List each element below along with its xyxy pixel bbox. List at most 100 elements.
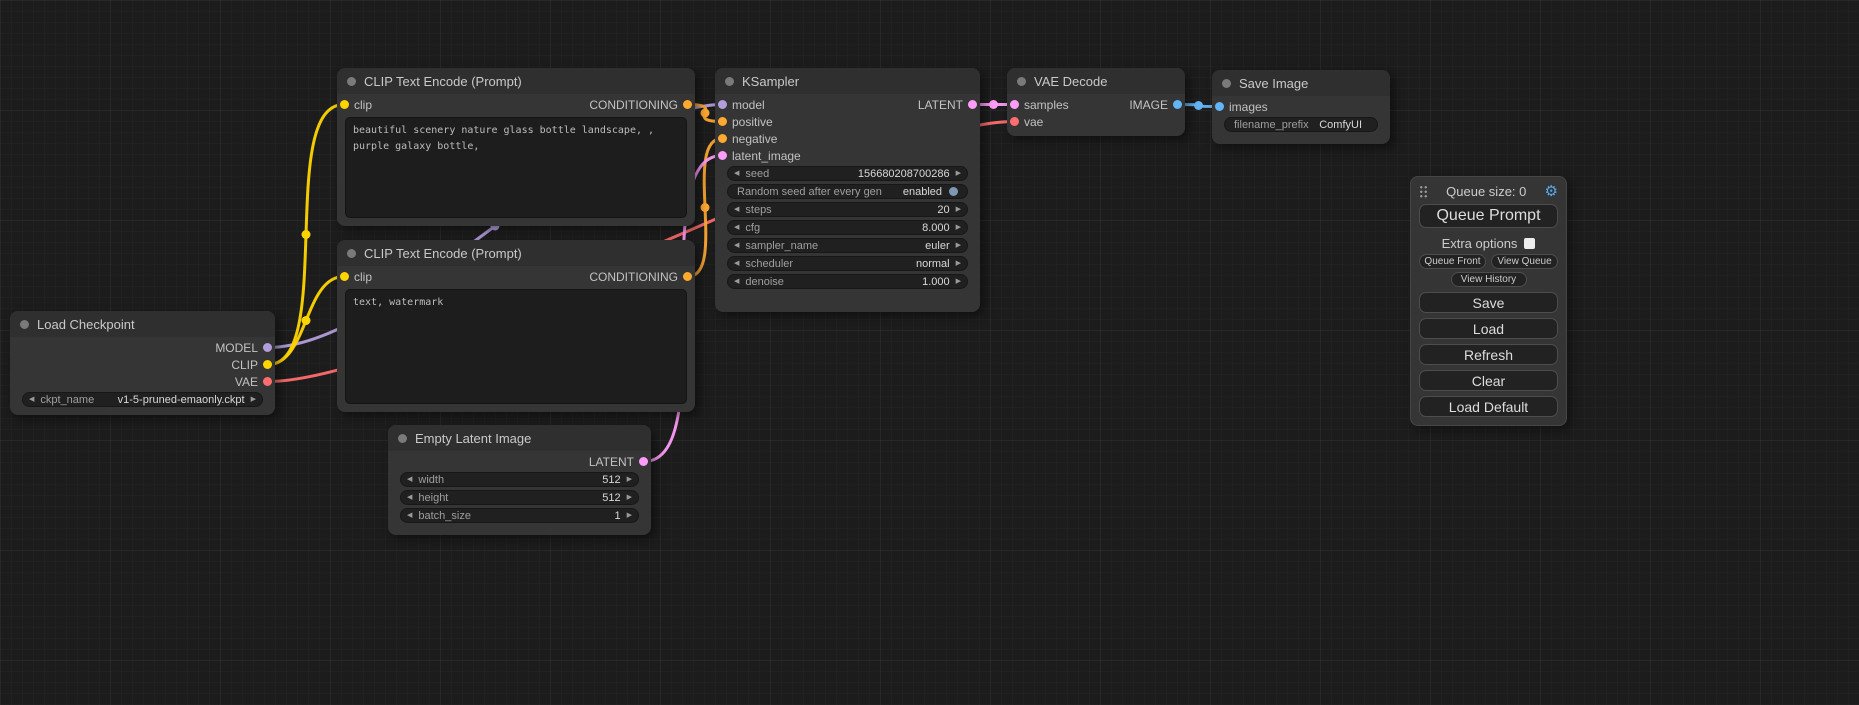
input-port[interactable] [1010, 100, 1019, 109]
node-title-bar[interactable]: Empty Latent Image [388, 425, 651, 451]
right-arrow-icon[interactable]: ▶ [621, 494, 638, 501]
left-arrow-icon[interactable]: ◀ [728, 278, 745, 285]
queue-front-button[interactable]: Queue Front [1419, 254, 1486, 269]
node-ksampler[interactable]: KSampler model LATENT positive negative laten… [715, 68, 980, 312]
input-slot-negative[interactable]: negative [718, 132, 777, 146]
input-port[interactable] [340, 272, 349, 281]
right-arrow-icon[interactable]: ▶ [245, 396, 262, 403]
refresh-button[interactable]: Refresh [1419, 344, 1558, 365]
right-arrow-icon[interactable]: ▶ [950, 206, 967, 213]
output-port[interactable] [683, 272, 692, 281]
output-slot-MODEL[interactable]: MODEL [215, 341, 272, 355]
node-title-bar[interactable]: VAE Decode [1007, 68, 1185, 94]
clear-button[interactable]: Clear [1419, 370, 1558, 391]
node-load-checkpoint[interactable]: Load Checkpoint MODEL CLIP VAE ◀ckpt_namev1-… [10, 311, 275, 415]
right-arrow-icon[interactable]: ▶ [950, 224, 967, 231]
left-arrow-icon[interactable]: ◀ [401, 512, 418, 519]
node-title-bar[interactable]: CLIP Text Encode (Prompt) [337, 68, 695, 94]
collapse-dot-icon[interactable] [1222, 79, 1231, 88]
left-arrow-icon[interactable]: ◀ [728, 206, 745, 213]
graph-canvas[interactable]: Load Checkpoint MODEL CLIP VAE ◀ckpt_namev1-… [0, 0, 1859, 705]
node-save-image[interactable]: Save Imageimagesfilename_prefixComfyUI [1212, 70, 1390, 144]
left-arrow-icon[interactable]: ◀ [401, 476, 418, 483]
input-slot-clip[interactable]: clip [340, 270, 372, 284]
widget-scheduler[interactable]: ◀schedulernormal▶ [727, 256, 968, 271]
output-port[interactable] [639, 457, 648, 466]
output-port[interactable] [263, 377, 272, 386]
left-arrow-icon[interactable]: ◀ [401, 494, 418, 501]
widget-filename_prefix[interactable]: filename_prefixComfyUI [1224, 117, 1378, 132]
drag-handle-icon[interactable] [1419, 185, 1428, 198]
load-button[interactable]: Load [1419, 318, 1558, 339]
output-port[interactable] [968, 100, 977, 109]
widget-sampler_name[interactable]: ◀sampler_nameeuler▶ [727, 238, 968, 253]
load-default-button[interactable]: Load Default [1419, 396, 1558, 417]
node-title-bar[interactable]: Load Checkpoint [10, 311, 275, 337]
input-port[interactable] [718, 117, 727, 126]
node-empty-latent-image[interactable]: Empty Latent ImageLATENT◀width512▶◀heigh… [388, 425, 651, 535]
input-port[interactable] [718, 100, 727, 109]
widget-seed[interactable]: ◀seed156680208700286▶ [727, 166, 968, 181]
collapse-dot-icon[interactable] [20, 320, 29, 329]
widget-batch_size[interactable]: ◀batch_size1▶ [400, 508, 639, 523]
input-slot-samples[interactable]: samples [1010, 98, 1069, 112]
input-slot-latent_image[interactable]: latent_image [718, 149, 801, 163]
collapse-dot-icon[interactable] [347, 249, 356, 258]
collapse-dot-icon[interactable] [347, 77, 356, 86]
left-arrow-icon[interactable]: ◀ [728, 242, 745, 249]
right-arrow-icon[interactable]: ▶ [950, 278, 967, 285]
widget-steps[interactable]: ◀steps20▶ [727, 202, 968, 217]
input-slot-vae[interactable]: vae [1010, 115, 1043, 129]
collapse-dot-icon[interactable] [725, 77, 734, 86]
left-arrow-icon[interactable]: ◀ [728, 170, 745, 177]
widget-denoise[interactable]: ◀denoise1.000▶ [727, 274, 968, 289]
output-slot-VAE[interactable]: VAE [235, 375, 272, 389]
input-slot-model[interactable]: model [718, 98, 765, 112]
widget-cfg[interactable]: ◀cfg8.000▶ [727, 220, 968, 235]
output-port[interactable] [263, 360, 272, 369]
left-arrow-icon[interactable]: ◀ [728, 224, 745, 231]
input-slot-positive[interactable]: positive [718, 115, 773, 129]
node-title-bar[interactable]: CLIP Text Encode (Prompt) [337, 240, 695, 266]
output-slot-IMAGE[interactable]: IMAGE [1129, 98, 1182, 112]
output-port[interactable] [683, 100, 692, 109]
input-port[interactable] [1215, 102, 1224, 111]
input-port[interactable] [718, 134, 727, 143]
widget-ckpt_name[interactable]: ◀ckpt_namev1-5-pruned-emaonly.ckpt▶ [22, 392, 263, 407]
widget-width[interactable]: ◀width512▶ [400, 472, 639, 487]
right-arrow-icon[interactable]: ▶ [950, 170, 967, 177]
prompt-text[interactable]: beautiful scenery nature glass bottle la… [345, 117, 687, 218]
right-arrow-icon[interactable]: ▶ [950, 260, 967, 267]
node-vae-decode[interactable]: VAE Decode samples IMAGE vae [1007, 68, 1185, 136]
left-arrow-icon[interactable]: ◀ [728, 260, 745, 267]
output-port[interactable] [1173, 100, 1182, 109]
right-arrow-icon[interactable]: ▶ [950, 242, 967, 249]
node-clip-text-encode-positive[interactable]: CLIP Text Encode (Prompt) clip CONDITIONIN… [337, 68, 695, 226]
output-slot-LATENT[interactable]: LATENT [918, 98, 977, 112]
settings-gear-icon[interactable]: ⚙ [1545, 184, 1558, 199]
node-clip-text-encode-negative[interactable]: CLIP Text Encode (Prompt) clip CONDITIONIN… [337, 240, 695, 412]
input-port[interactable] [1010, 117, 1019, 126]
left-arrow-icon[interactable]: ◀ [23, 396, 40, 403]
view-queue-button[interactable]: View Queue [1491, 254, 1558, 269]
toggle-dot-icon[interactable] [949, 187, 958, 196]
input-port[interactable] [718, 151, 727, 160]
input-slot-clip[interactable]: clip [340, 98, 372, 112]
widget-random-seed-after-every-gen[interactable]: Random seed after every genenabled [727, 184, 968, 199]
save-button[interactable]: Save [1419, 292, 1558, 313]
right-arrow-icon[interactable]: ▶ [621, 512, 638, 519]
output-slot-CLIP[interactable]: CLIP [231, 358, 272, 372]
view-history-button[interactable]: View History [1451, 272, 1527, 287]
output-slot-LATENT[interactable]: LATENT [589, 455, 648, 469]
input-slot-images[interactable]: images [1215, 100, 1268, 114]
node-title-bar[interactable]: KSampler [715, 68, 980, 94]
collapse-dot-icon[interactable] [1017, 77, 1026, 86]
output-slot-CONDITIONING[interactable]: CONDITIONING [589, 98, 692, 112]
input-port[interactable] [340, 100, 349, 109]
prompt-text[interactable]: text, watermark [345, 289, 687, 404]
collapse-dot-icon[interactable] [398, 434, 407, 443]
output-port[interactable] [263, 343, 272, 352]
output-slot-CONDITIONING[interactable]: CONDITIONING [589, 270, 692, 284]
right-arrow-icon[interactable]: ▶ [621, 476, 638, 483]
extra-options-checkbox[interactable] [1524, 238, 1535, 249]
